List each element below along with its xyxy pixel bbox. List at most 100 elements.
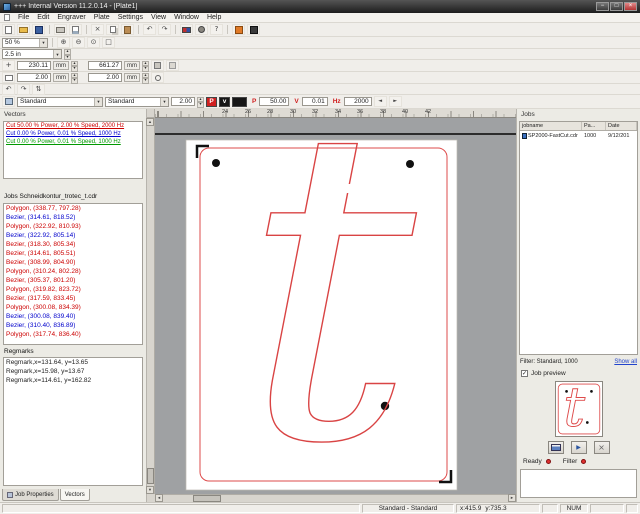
vector-item[interactable]: Polygon, (322.92, 810.93): [4, 222, 142, 231]
undo-icon[interactable]: ↶: [143, 24, 156, 35]
scroll-right-icon[interactable]: ►: [508, 494, 516, 502]
zoom-fit-icon[interactable]: □: [102, 37, 115, 48]
table-row[interactable]: SP2000-FastCut.cdr 1000 9/12/201: [520, 131, 637, 140]
position-x-stepper[interactable]: ▲ ▼: [71, 61, 78, 71]
print-preview-icon[interactable]: [69, 24, 82, 35]
height-field[interactable]: 2.00: [88, 73, 122, 82]
col-pa[interactable]: Pa...: [582, 122, 606, 130]
job-preview-checkbox[interactable]: ✓: [521, 370, 528, 377]
transfer-right-icon[interactable]: ►: [389, 96, 402, 107]
job-preview-thumbnail[interactable]: t: [555, 381, 603, 437]
position-x-field[interactable]: 230.11: [17, 61, 51, 70]
vector-item[interactable]: Polygon, (319.82, 823.72): [4, 285, 142, 294]
scroll-up-icon[interactable]: ▲: [146, 118, 154, 126]
frequency-field[interactable]: 2000: [344, 97, 372, 106]
scroll-down-icon[interactable]: ▼: [146, 486, 154, 494]
chevron-down-icon[interactable]: ▼: [39, 39, 47, 47]
vector-item[interactable]: Polygon, (338.77, 797.28): [4, 204, 142, 213]
zoom-page-icon[interactable]: ⊙: [87, 37, 100, 48]
vector-item[interactable]: Bezier, (314.61, 818.52): [4, 213, 142, 222]
delete-job-button[interactable]: ×: [594, 441, 610, 454]
redo-icon[interactable]: ↷: [158, 24, 171, 35]
height-stepper[interactable]: ▲ ▼: [142, 73, 149, 83]
process-v-badge[interactable]: v: [219, 97, 230, 107]
vector-item[interactable]: Bezier, (305.37, 801.20): [4, 276, 142, 285]
vector-item[interactable]: Polygon, (317.74, 836.40): [4, 330, 142, 339]
horizontal-scroll-thumb[interactable]: [193, 495, 221, 502]
col-date[interactable]: Date: [606, 122, 637, 130]
regmark-list[interactable]: Regmark,x=131.64, y=13.65 Regmark,x=15.9…: [3, 357, 143, 486]
menu-help[interactable]: Help: [207, 14, 221, 21]
vertical-scroll-thumb[interactable]: [147, 468, 154, 484]
cut-icon[interactable]: ×: [91, 24, 104, 35]
flag-icon[interactable]: [180, 24, 193, 35]
vector-list[interactable]: Polygon, (338.77, 797.28) Bezier, (314.6…: [3, 203, 143, 345]
zoom-select[interactable]: 50 % ▼: [2, 38, 48, 48]
scroll-left-icon[interactable]: ◄: [155, 494, 163, 502]
menu-file[interactable]: File: [18, 14, 29, 21]
zoom-out-icon[interactable]: ⊖: [72, 37, 85, 48]
dimensions-icon[interactable]: [2, 72, 15, 83]
layer-item[interactable]: Cut 0.00 % Power, 0.01 % Speed, 1000 Hz: [4, 138, 142, 146]
process-p-badge[interactable]: P: [206, 97, 217, 107]
menu-settings[interactable]: Settings: [118, 14, 143, 21]
regmark-item[interactable]: Regmark,x=114.61, y=162.82: [4, 376, 142, 385]
material-icon[interactable]: [2, 96, 15, 107]
vector-item[interactable]: Bezier, (300.08, 839.40): [4, 312, 142, 321]
layer-item[interactable]: Cut 0.00 % Power, 0.01 % Speed, 1000 Hz: [4, 130, 142, 138]
size-stepper[interactable]: ▲ ▼: [64, 49, 71, 59]
vector-item[interactable]: Bezier, (318.30, 805.34): [4, 240, 142, 249]
thickness-stepper[interactable]: ▲ ▼: [197, 97, 204, 107]
maximize-button[interactable]: □: [610, 2, 623, 11]
minimize-button[interactable]: −: [596, 2, 609, 11]
gear-icon[interactable]: [195, 24, 208, 35]
thickness-field[interactable]: 2.00: [171, 97, 195, 106]
engrave-icon[interactable]: [247, 24, 260, 35]
menu-view[interactable]: View: [151, 14, 166, 21]
rotate-left-icon[interactable]: ↶: [2, 84, 15, 95]
crosshair-icon[interactable]: +: [2, 60, 15, 71]
flip-icon[interactable]: ⇅: [32, 84, 45, 95]
help-icon[interactable]: ?: [210, 24, 223, 35]
col-jobname[interactable]: jobname: [520, 122, 582, 130]
open-folder-icon[interactable]: [17, 24, 30, 35]
horizontal-scrollbar[interactable]: ◄ ►: [155, 494, 516, 502]
position-y-field[interactable]: 661.27: [88, 61, 122, 70]
size-select[interactable]: 2.5 in ▼: [2, 49, 62, 59]
vector-item[interactable]: Bezier, (317.59, 833.45): [4, 294, 142, 303]
vector-item[interactable]: Bezier, (310.40, 836.89): [4, 321, 142, 330]
menu-edit[interactable]: Edit: [37, 14, 49, 21]
speed-field[interactable]: 0.01: [302, 97, 328, 106]
close-button[interactable]: ×: [624, 2, 637, 11]
position-y-stepper[interactable]: ▲ ▼: [142, 61, 149, 71]
drawing-area[interactable]: t: [155, 118, 516, 494]
regmark-item[interactable]: Regmark,x=131.64, y=13.65: [4, 358, 142, 367]
paste-icon[interactable]: [121, 24, 134, 35]
chevron-down-icon[interactable]: ▼: [53, 50, 61, 58]
new-document-icon[interactable]: [2, 24, 15, 35]
width-field[interactable]: 2.00: [17, 73, 51, 82]
menu-engraver[interactable]: Engraver: [57, 14, 85, 21]
zoom-in-icon[interactable]: ⊕: [57, 37, 70, 48]
menu-window[interactable]: Window: [174, 14, 199, 21]
move-laser-icon[interactable]: [166, 60, 179, 71]
power-field[interactable]: 50.00: [259, 97, 289, 106]
vector-item[interactable]: Polygon, (300.08, 834.39): [4, 303, 142, 312]
document-icon[interactable]: [4, 14, 10, 21]
job-queue-box[interactable]: [520, 469, 637, 498]
material-preset-select[interactable]: Standard ▼: [105, 97, 169, 107]
save-icon[interactable]: [32, 24, 45, 35]
material-select[interactable]: Standard ▼: [17, 97, 103, 107]
show-all-link[interactable]: Show all: [614, 359, 637, 365]
vector-item[interactable]: Bezier, (322.92, 805.14): [4, 231, 142, 240]
print-icon[interactable]: [54, 24, 67, 35]
run-job-button[interactable]: ▶: [571, 441, 587, 454]
color-swatch-badge[interactable]: [232, 97, 247, 107]
jobs-table[interactable]: jobname Pa... Date SP2000-FastCut.cdr 10…: [519, 121, 638, 355]
vertical-scrollbar[interactable]: ▲ ▼: [147, 118, 155, 494]
vector-item[interactable]: Polygon, (310.24, 802.28): [4, 267, 142, 276]
tab-vectors[interactable]: Vectors: [60, 489, 90, 501]
vector-item[interactable]: Bezier, (314.61, 805.51): [4, 249, 142, 258]
get-position-icon[interactable]: [151, 60, 164, 71]
print-job-button[interactable]: [548, 441, 564, 454]
